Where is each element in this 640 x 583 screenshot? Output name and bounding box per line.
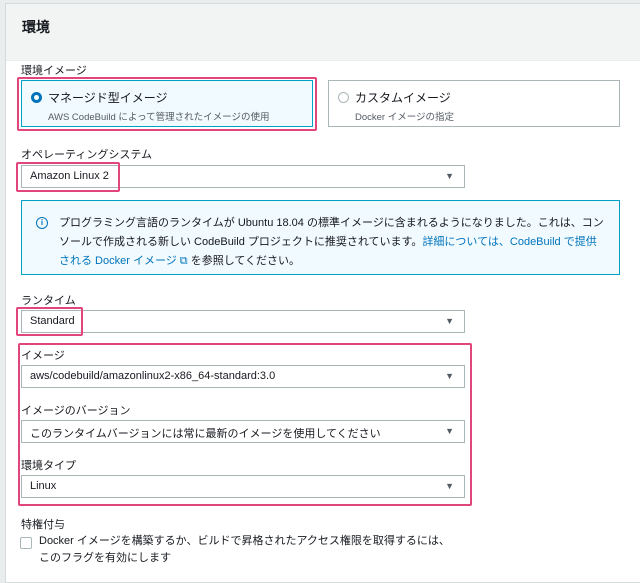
highlight-box xyxy=(16,307,83,336)
image-label: イメージ xyxy=(21,350,65,362)
privileged-checkbox-text: Docker イメージを構築するか、ビルドで昇格されたアクセス権限を取得するには… xyxy=(39,535,450,564)
option-title: マネージド型イメージ xyxy=(48,91,168,105)
runtime-label: ランタイム xyxy=(21,295,76,307)
image-version-select[interactable]: このランタイムバージョンには常に最新のイメージを使用してください ▼ xyxy=(21,420,465,443)
option-title: カスタムイメージ xyxy=(355,91,451,105)
caret-down-icon: ▼ xyxy=(445,481,454,491)
external-link-icon: ⧉ xyxy=(179,255,188,267)
runtime-select[interactable]: Standard ▼ xyxy=(21,310,465,333)
privileged-label: 特権付与 xyxy=(21,519,65,531)
os-label: オペレーティングシステム xyxy=(21,149,153,161)
image-select[interactable]: aws/codebuild/amazonlinux2-x86_64-standa… xyxy=(21,365,465,388)
option-desc: Docker イメージの指定 xyxy=(355,112,455,123)
radio-selected-icon[interactable] xyxy=(31,92,42,103)
info-alert: i プログラミング言語のランタイムが Ubuntu 18.04 の標準イメージに… xyxy=(21,200,620,275)
privileged-checkbox[interactable] xyxy=(20,537,32,549)
highlight-box xyxy=(16,162,120,192)
info-suffix: を参照してください。 xyxy=(187,255,301,267)
caret-down-icon: ▼ xyxy=(445,426,454,436)
image-version-label: イメージのバージョン xyxy=(21,405,131,417)
option-desc: AWS CodeBuild によって管理されたイメージの使用 xyxy=(48,112,270,123)
env-type-value: Linux xyxy=(30,480,57,492)
section-title: 環境 xyxy=(22,19,50,35)
radio-unselected-icon[interactable] xyxy=(338,92,349,103)
caret-down-icon: ▼ xyxy=(445,316,454,326)
env-image-label: 環境イメージ xyxy=(21,65,87,77)
custom-image-option[interactable]: カスタムイメージ Docker イメージの指定 xyxy=(328,80,620,127)
caret-down-icon: ▼ xyxy=(445,171,454,181)
managed-image-option[interactable]: マネージド型イメージ AWS CodeBuild によって管理されたイメージの使… xyxy=(21,80,313,127)
info-icon: i xyxy=(36,217,48,229)
env-type-label: 環境タイプ xyxy=(21,460,76,472)
image-version-value: このランタイムバージョンには常に最新のイメージを使用してください xyxy=(30,428,381,440)
panel-header xyxy=(6,4,640,61)
image-value: aws/codebuild/amazonlinux2-x86_64-standa… xyxy=(30,370,276,382)
env-type-select[interactable]: Linux ▼ xyxy=(21,475,465,498)
caret-down-icon: ▼ xyxy=(445,371,454,381)
